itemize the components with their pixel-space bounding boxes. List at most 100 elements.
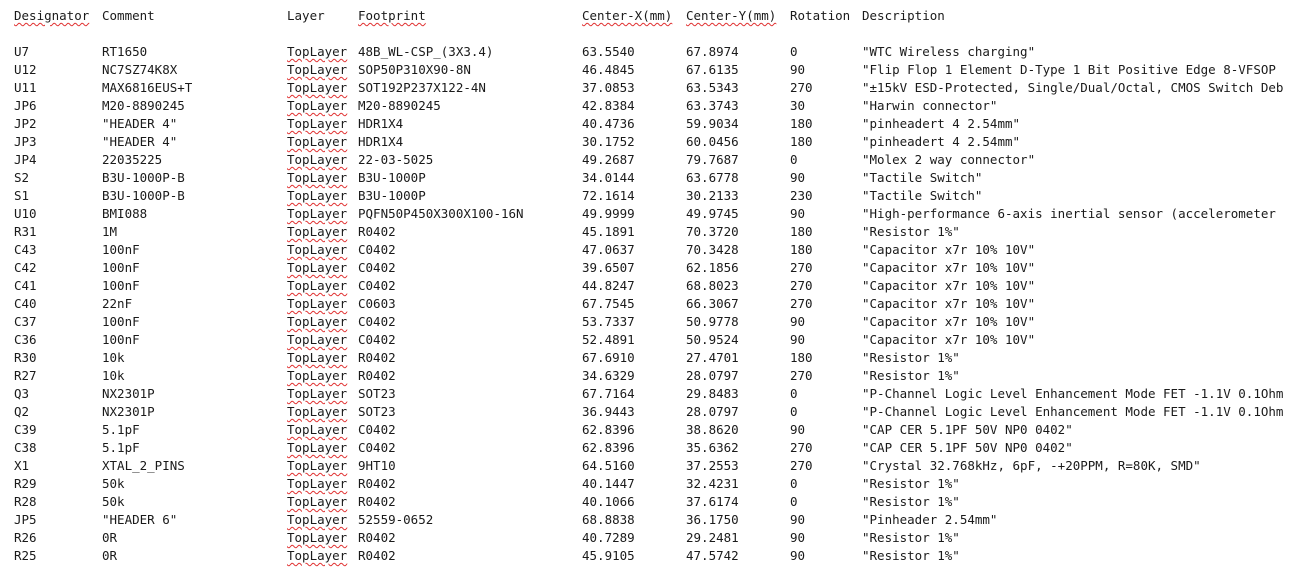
designator-cell: C41 — [14, 278, 37, 293]
description-cell: "Tactile Switch" — [862, 170, 983, 185]
center-x-cell: 64.5160 — [582, 458, 635, 473]
layer-cell: TopLayer — [287, 458, 348, 473]
center-x-cell: 34.6329 — [582, 368, 635, 383]
comment-cell: 22035225 — [102, 152, 163, 167]
description-cell: "Resistor 1%" — [862, 350, 960, 365]
rotation-cell: 270 — [790, 296, 813, 311]
designator-cell: S2 — [14, 170, 30, 185]
center-y-cell: 36.1750 — [686, 512, 739, 527]
description-cell: "Resistor 1%" — [862, 368, 960, 383]
footprint-cell: 22-03-5025 — [358, 152, 434, 167]
header-layer: Layer — [287, 8, 325, 23]
center-x-cell: 30.1752 — [582, 134, 635, 149]
designator-cell: Q2 — [14, 404, 30, 419]
comment-cell: M20-8890245 — [102, 98, 185, 113]
layer-cell: TopLayer — [287, 476, 348, 491]
layer-cell: TopLayer — [287, 404, 348, 419]
footprint-cell: R0402 — [358, 350, 396, 365]
footprint-cell: C0603 — [358, 296, 396, 311]
table-row: U10 BMI088 TopLayer PQFN50P450X300X100-16N 4… — [0, 205, 1312, 223]
description-cell: "pinheadert 4 2.54mm" — [862, 134, 1021, 149]
center-y-cell: 47.5742 — [686, 548, 739, 563]
comment-cell: 5.1pF — [102, 440, 140, 455]
comment-cell: 0R — [102, 548, 118, 563]
description-cell: "High-performance 6-axis inertial sensor… — [862, 206, 1276, 221]
designator-cell: R27 — [14, 368, 37, 383]
table-row: JP4 22035225 TopLayer 22-03-5025 49.2687 79.7… — [0, 151, 1312, 169]
center-y-cell: 68.8023 — [686, 278, 739, 293]
description-cell: "WTC Wireless charging" — [862, 44, 1036, 59]
center-y-cell: 28.0797 — [686, 404, 739, 419]
designator-cell: JP6 — [14, 98, 37, 113]
table-row: C39 5.1pF TopLayer C0402 62.8396 38.8620 90 "CA… — [0, 421, 1312, 439]
center-x-cell: 40.1447 — [582, 476, 635, 491]
footprint-cell: C0402 — [358, 242, 396, 257]
rotation-cell: 0 — [790, 152, 798, 167]
center-x-cell: 67.7164 — [582, 386, 635, 401]
rotation-cell: 90 — [790, 422, 806, 437]
layer-cell: TopLayer — [287, 314, 348, 329]
comment-cell: 100nF — [102, 260, 140, 275]
description-cell: "Capacitor x7r 10% 10V" — [862, 260, 1036, 275]
header-row: Designator Comment Layer Footprint Cente… — [0, 7, 1312, 25]
rotation-cell: 90 — [790, 170, 806, 185]
center-x-cell: 62.8396 — [582, 440, 635, 455]
layer-cell: TopLayer — [287, 530, 348, 545]
table-row: C43 100nF TopLayer C0402 47.0637 70.3428 180 "C… — [0, 241, 1312, 259]
layer-cell: TopLayer — [287, 440, 348, 455]
description-cell: "CAP CER 5.1PF 50V NP0 0402" — [862, 422, 1073, 437]
center-y-cell: 37.6174 — [686, 494, 739, 509]
layer-cell: TopLayer — [287, 116, 348, 131]
center-y-cell: 63.3743 — [686, 98, 739, 113]
comment-cell: 50k — [102, 494, 125, 509]
designator-cell: S1 — [14, 188, 30, 203]
layer-cell: TopLayer — [287, 152, 348, 167]
designator-cell: C36 — [14, 332, 37, 347]
center-y-cell: 60.0456 — [686, 134, 739, 149]
designator-cell: U10 — [14, 206, 37, 221]
designator-cell: R29 — [14, 476, 37, 491]
rotation-cell: 90 — [790, 314, 806, 329]
designator-cell: JP2 — [14, 116, 37, 131]
footprint-cell: R0402 — [358, 530, 396, 545]
description-cell: "P-Channel Logic Level Enhancement Mode … — [862, 404, 1284, 419]
description-cell: "Resistor 1%" — [862, 530, 960, 545]
footprint-cell: 48B_WL-CSP_(3X3.4) — [358, 44, 494, 59]
table-row: R29 50k TopLayer R0402 40.1447 32.4231 0 "Resis… — [0, 475, 1312, 493]
center-x-cell: 52.4891 — [582, 332, 635, 347]
comment-cell: 1M — [102, 224, 118, 239]
header-description: Description — [862, 8, 945, 23]
center-y-cell: 30.2133 — [686, 188, 739, 203]
rotation-cell: 90 — [790, 548, 806, 563]
designator-cell: U7 — [14, 44, 30, 59]
layer-cell: TopLayer — [287, 296, 348, 311]
comment-cell: 5.1pF — [102, 422, 140, 437]
comment-cell: 100nF — [102, 242, 140, 257]
center-x-cell: 49.2687 — [582, 152, 635, 167]
designator-cell: JP4 — [14, 152, 37, 167]
rotation-cell: 180 — [790, 116, 813, 131]
table-row: C42 100nF TopLayer C0402 39.6507 62.1856 270 "C… — [0, 259, 1312, 277]
layer-cell: TopLayer — [287, 98, 348, 113]
comment-cell: B3U-1000P-B — [102, 188, 185, 203]
center-y-cell: 27.4701 — [686, 350, 739, 365]
table-row: JP2 "HEADER 4" TopLayer HDR1X4 40.4736 59.903… — [0, 115, 1312, 133]
description-cell: "Harwin connector" — [862, 98, 998, 113]
layer-cell: TopLayer — [287, 386, 348, 401]
comment-cell: MAX6816EUS+T — [102, 80, 193, 95]
comment-cell: NX2301P — [102, 386, 155, 401]
description-cell: "Tactile Switch" — [862, 188, 983, 203]
table-row: C38 5.1pF TopLayer C0402 62.8396 35.6362 270 "C… — [0, 439, 1312, 457]
footprint-cell: R0402 — [358, 224, 396, 239]
rotation-cell: 0 — [790, 476, 798, 491]
designator-cell: X1 — [14, 458, 30, 473]
footprint-cell: HDR1X4 — [358, 116, 404, 131]
center-y-cell: 50.9524 — [686, 332, 739, 347]
layer-cell: TopLayer — [287, 548, 348, 563]
text-editor-area[interactable]: Designator Comment Layer Footprint Cente… — [0, 0, 1312, 575]
designator-cell: R25 — [14, 548, 37, 563]
center-x-cell: 37.0853 — [582, 80, 635, 95]
layer-cell: TopLayer — [287, 494, 348, 509]
center-x-cell: 40.7289 — [582, 530, 635, 545]
center-y-cell: 29.8483 — [686, 386, 739, 401]
